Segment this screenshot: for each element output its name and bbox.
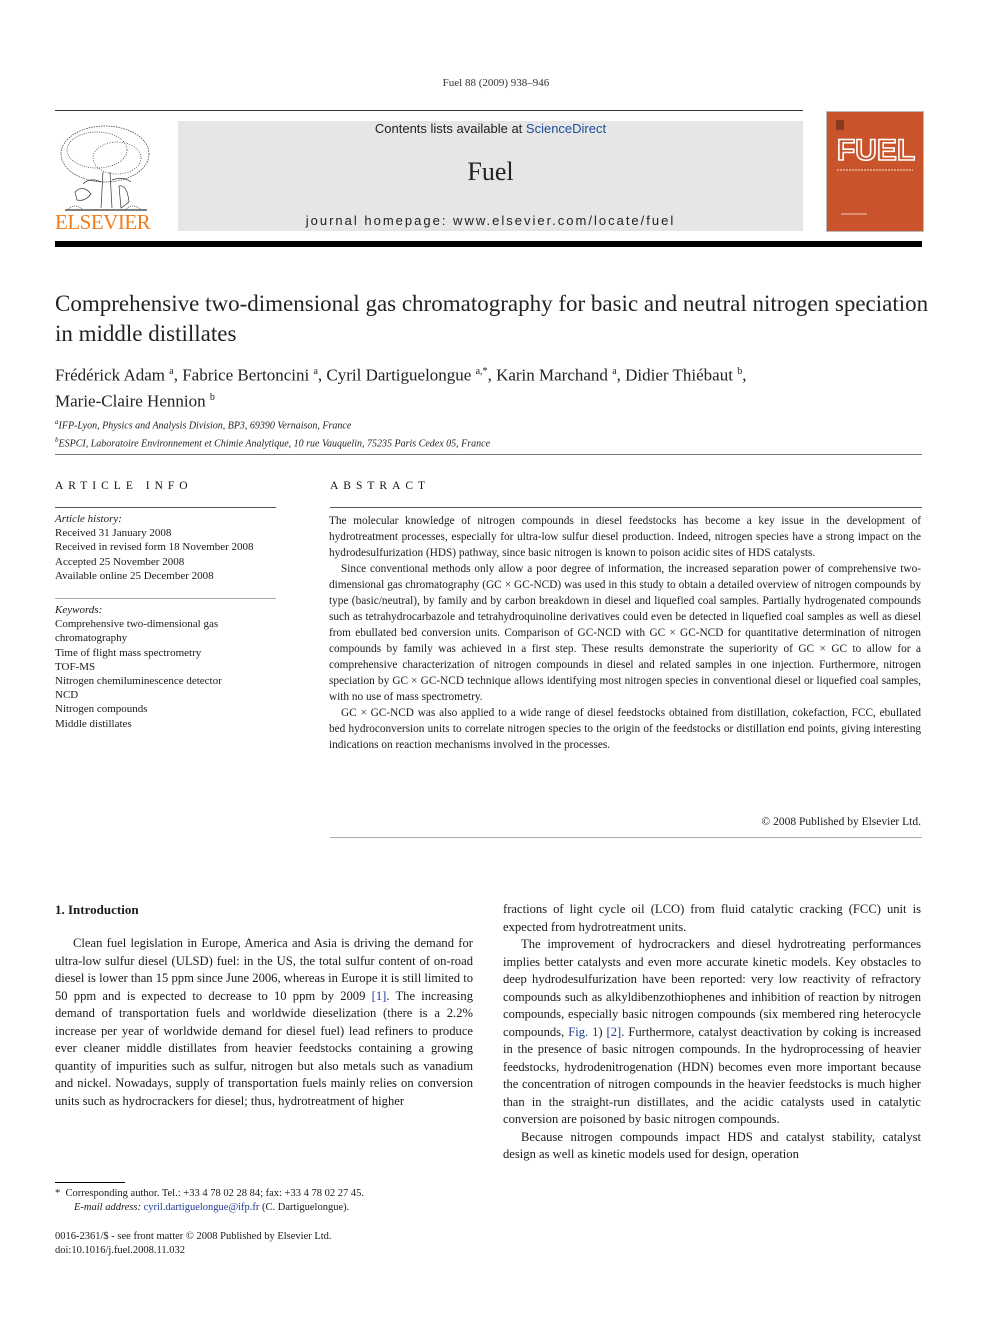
top-rule xyxy=(55,110,803,111)
sciencedirect-link[interactable]: ScienceDirect xyxy=(526,121,606,136)
article-history: Article history: Received 31 January 200… xyxy=(55,512,285,583)
abstract-paragraph: GC × GC-NCD was also applied to a wide r… xyxy=(329,707,921,751)
journal-cover: FUEL xyxy=(826,111,924,232)
author-affiliation-marker: a xyxy=(169,366,174,377)
author-name: Cyril Dartiguelongue xyxy=(326,365,476,385)
body-text: fractions of light cycle oil (LCO) from … xyxy=(503,902,921,934)
email-link[interactable]: cyril.dartiguelongue@ifp.fr xyxy=(144,1202,260,1213)
body-text: ) xyxy=(598,1024,607,1039)
article-title: Comprehensive two-dimensional gas chroma… xyxy=(55,291,929,346)
front-matter: 0016-2361/$ - see front matter © 2008 Pu… xyxy=(55,1230,485,1258)
section-heading-introduction: 1. Introduction xyxy=(55,902,139,917)
keyword-item: Middle distillates xyxy=(55,717,132,730)
author-name: Karin Marchand xyxy=(496,365,613,385)
author-name: Didier Thiébaut xyxy=(625,365,738,385)
body-text: Because nitrogen compounds impact HDS an… xyxy=(503,1129,921,1162)
affiliation-text: IFP-Lyon, Physics and Analysis Division,… xyxy=(58,420,352,432)
abstract-end-rule xyxy=(330,837,922,838)
body-paragraph: The improvement of hydrocrackers and die… xyxy=(503,936,921,1129)
body-paragraph: fractions of light cycle oil (LCO) from … xyxy=(503,901,921,936)
body-column-left: Clean fuel legislation in Europe, Americ… xyxy=(55,935,473,1110)
citation-link[interactable]: [2] xyxy=(607,1025,622,1039)
body-text: . The increasing demand of transportatio… xyxy=(55,988,473,1108)
running-head: Fuel 88 (2009) 938–946 xyxy=(442,77,550,89)
title-block-rule xyxy=(55,454,922,455)
affiliation-text: ESPCI, Laboratoire Environnement et Chim… xyxy=(58,438,491,450)
contents-prefix: Contents lists available at xyxy=(374,121,526,136)
history-item: Available online 25 December 2008 xyxy=(55,569,214,582)
keywords-label: Keywords: xyxy=(55,604,103,616)
article-info-rule xyxy=(55,507,276,508)
author-list: Frédérick Adam a, Fabrice Bertoncini a, … xyxy=(55,365,747,411)
affiliation: aIFP-Lyon, Physics and Analysis Division… xyxy=(55,415,935,433)
citation-link[interactable]: Fig. 1 xyxy=(568,1025,598,1039)
abstract-heading: ABSTRACT xyxy=(330,480,431,492)
author-affiliation-marker: a xyxy=(313,366,318,377)
corresponding-author-text: Corresponding author. Tel.: +33 4 78 02 … xyxy=(65,1188,364,1199)
keyword-item: Nitrogen chemiluminescence detector xyxy=(55,675,222,688)
cover-title: FUEL xyxy=(837,134,915,167)
keyword-item: Comprehensive two-dimensional gas chroma… xyxy=(55,618,219,645)
abstract-copyright: © 2008 Published by Elsevier Ltd. xyxy=(761,816,921,828)
contents-line: Contents lists available at ScienceDirec… xyxy=(178,121,803,136)
abstract-paragraph: Since conventional methods only allow a … xyxy=(329,563,921,703)
elsevier-logo-text: ELSEVIER xyxy=(55,210,151,234)
keyword-item: Nitrogen compounds xyxy=(55,703,148,716)
body-paragraph: Clean fuel legislation in Europe, Americ… xyxy=(55,935,473,1110)
keywords-rule xyxy=(55,598,276,599)
affiliation: bESPCI, Laboratoire Environnement et Chi… xyxy=(55,433,935,451)
history-item: Received 31 January 2008 xyxy=(55,527,172,540)
history-item: Received in revised form 18 November 200… xyxy=(55,541,254,554)
body-paragraph: Because nitrogen compounds impact HDS an… xyxy=(503,1129,921,1164)
abstract-rule xyxy=(330,507,922,508)
body-text: The improvement of hydrocrackers and die… xyxy=(503,937,921,1039)
author-affiliation-marker: b xyxy=(737,366,743,377)
author-name: Fabrice Bertoncini xyxy=(182,365,314,385)
keyword-item: NCD xyxy=(55,689,79,702)
abstract-body: The molecular knowledge of nitrogen comp… xyxy=(329,513,921,753)
abstract-paragraph: The molecular knowledge of nitrogen comp… xyxy=(329,515,921,559)
affiliations: aIFP-Lyon, Physics and Analysis Division… xyxy=(55,415,935,452)
body-text: . Furthermore, catalyst deactivation by … xyxy=(503,1024,921,1127)
keywords: Keywords: Comprehensive two-dimensional … xyxy=(55,603,265,731)
author-affiliation-marker: a xyxy=(612,366,617,377)
email-label: E-mail address: xyxy=(74,1202,141,1213)
footnote-marker: * xyxy=(55,1188,61,1199)
journal-name: Fuel xyxy=(467,157,514,186)
journal-banner: Contents lists available at ScienceDirec… xyxy=(178,121,803,231)
doi-link[interactable]: doi:10.1016/j.fuel.2008.11.032 xyxy=(55,1244,485,1258)
header-thick-rule xyxy=(55,241,922,247)
cover-publisher-icon xyxy=(836,120,844,130)
email-suffix: (C. Dartiguelongue). xyxy=(259,1202,350,1213)
keyword-item: TOF-MS xyxy=(55,660,96,673)
article-info-heading: ARTICLE INFO xyxy=(55,480,193,492)
citation-link[interactable]: [1] xyxy=(372,989,387,1003)
body-column-right: fractions of light cycle oil (LCO) from … xyxy=(503,901,921,1164)
author-name: Marie-Claire Hennion xyxy=(55,391,210,411)
author-affiliation-marker: b xyxy=(209,391,215,403)
corresponding-author-footnote: * Corresponding author. Tel.: +33 4 78 0… xyxy=(55,1187,485,1215)
keyword-item: Time of flight mass spectrometry xyxy=(55,646,202,659)
article-history-label: Article history: xyxy=(55,513,122,525)
author-name: Frédérick Adam xyxy=(55,365,170,385)
footnote-rule xyxy=(55,1182,125,1183)
issn-line: 0016-2361/$ - see front matter © 2008 Pu… xyxy=(55,1231,332,1242)
history-item: Accepted 25 November 2008 xyxy=(55,555,185,568)
journal-homepage-link[interactable]: journal homepage: www.elsevier.com/locat… xyxy=(178,213,803,228)
author-affiliation-marker: a,* xyxy=(475,366,488,377)
